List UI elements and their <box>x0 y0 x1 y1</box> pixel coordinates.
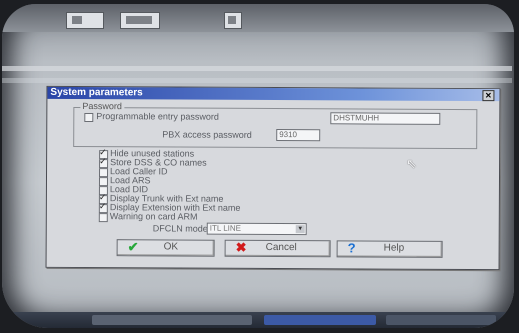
taskbar <box>2 312 514 328</box>
taskbar-button[interactable] <box>386 315 496 325</box>
program-entry-checkbox[interactable] <box>84 113 94 123</box>
taskbar-button[interactable] <box>92 315 252 325</box>
dialog-titlebar[interactable]: System parameters ✕ <box>47 86 500 102</box>
toolbar-button-2[interactable] <box>120 12 160 29</box>
option-label: Warning on card ARM <box>109 211 198 222</box>
taskbar-button-active[interactable] <box>264 315 376 325</box>
window-icon <box>72 16 82 24</box>
cross-icon: ✖ <box>235 239 247 255</box>
dial-mode-select[interactable]: ITL LINE ▼ <box>206 222 307 236</box>
pbx-access-label: PBX access password <box>162 129 252 140</box>
help-button[interactable]: ? Help <box>336 240 443 258</box>
help-button-label: Help <box>383 242 405 254</box>
cancel-button-label: Cancel <box>265 241 297 254</box>
toolbar-button-1[interactable] <box>66 12 104 29</box>
desktop-stripe <box>2 66 512 71</box>
dial-mode-label: DFCLN mode <box>152 223 208 234</box>
option-checkbox[interactable] <box>98 177 109 187</box>
mouse-pointer-icon: ⇖ <box>406 156 417 171</box>
password-group: Password Programmable entry password DHS… <box>73 100 478 150</box>
program-entry-label: Programmable entry password <box>96 111 219 122</box>
pbx-access-password-field[interactable]: 9310 <box>276 129 321 142</box>
password-group-legend: Password <box>80 100 124 112</box>
option-checkbox[interactable] <box>99 159 109 169</box>
grid-icon <box>126 16 152 24</box>
option-checkbox[interactable] <box>98 213 108 223</box>
cancel-button[interactable]: ✖ Cancel <box>224 239 331 258</box>
system-parameters-dialog: System parameters ✕ Password Programmabl… <box>45 85 501 271</box>
checkmark-icon: ✔ <box>127 239 139 255</box>
toolbar <box>2 4 514 32</box>
option-checkbox[interactable] <box>98 204 108 214</box>
close-button[interactable]: ✕ <box>482 90 495 102</box>
toolbar-button-3[interactable] <box>224 12 242 29</box>
question-mark-icon: ? <box>347 240 356 256</box>
info-icon <box>228 16 236 24</box>
chevron-down-icon[interactable]: ▼ <box>295 225 305 234</box>
dialog-title: System parameters <box>50 86 143 99</box>
dial-mode-value: ITL LINE <box>209 223 242 233</box>
ok-button[interactable]: ✔ OK <box>116 239 215 257</box>
option-checkbox[interactable] <box>99 168 109 178</box>
screen-photo: System parameters ✕ Password Programmabl… <box>2 4 514 328</box>
program-entry-password-field[interactable]: DHSTMUHH <box>330 112 441 125</box>
desktop-stripe <box>2 78 512 83</box>
ok-button-label: OK <box>163 241 179 253</box>
